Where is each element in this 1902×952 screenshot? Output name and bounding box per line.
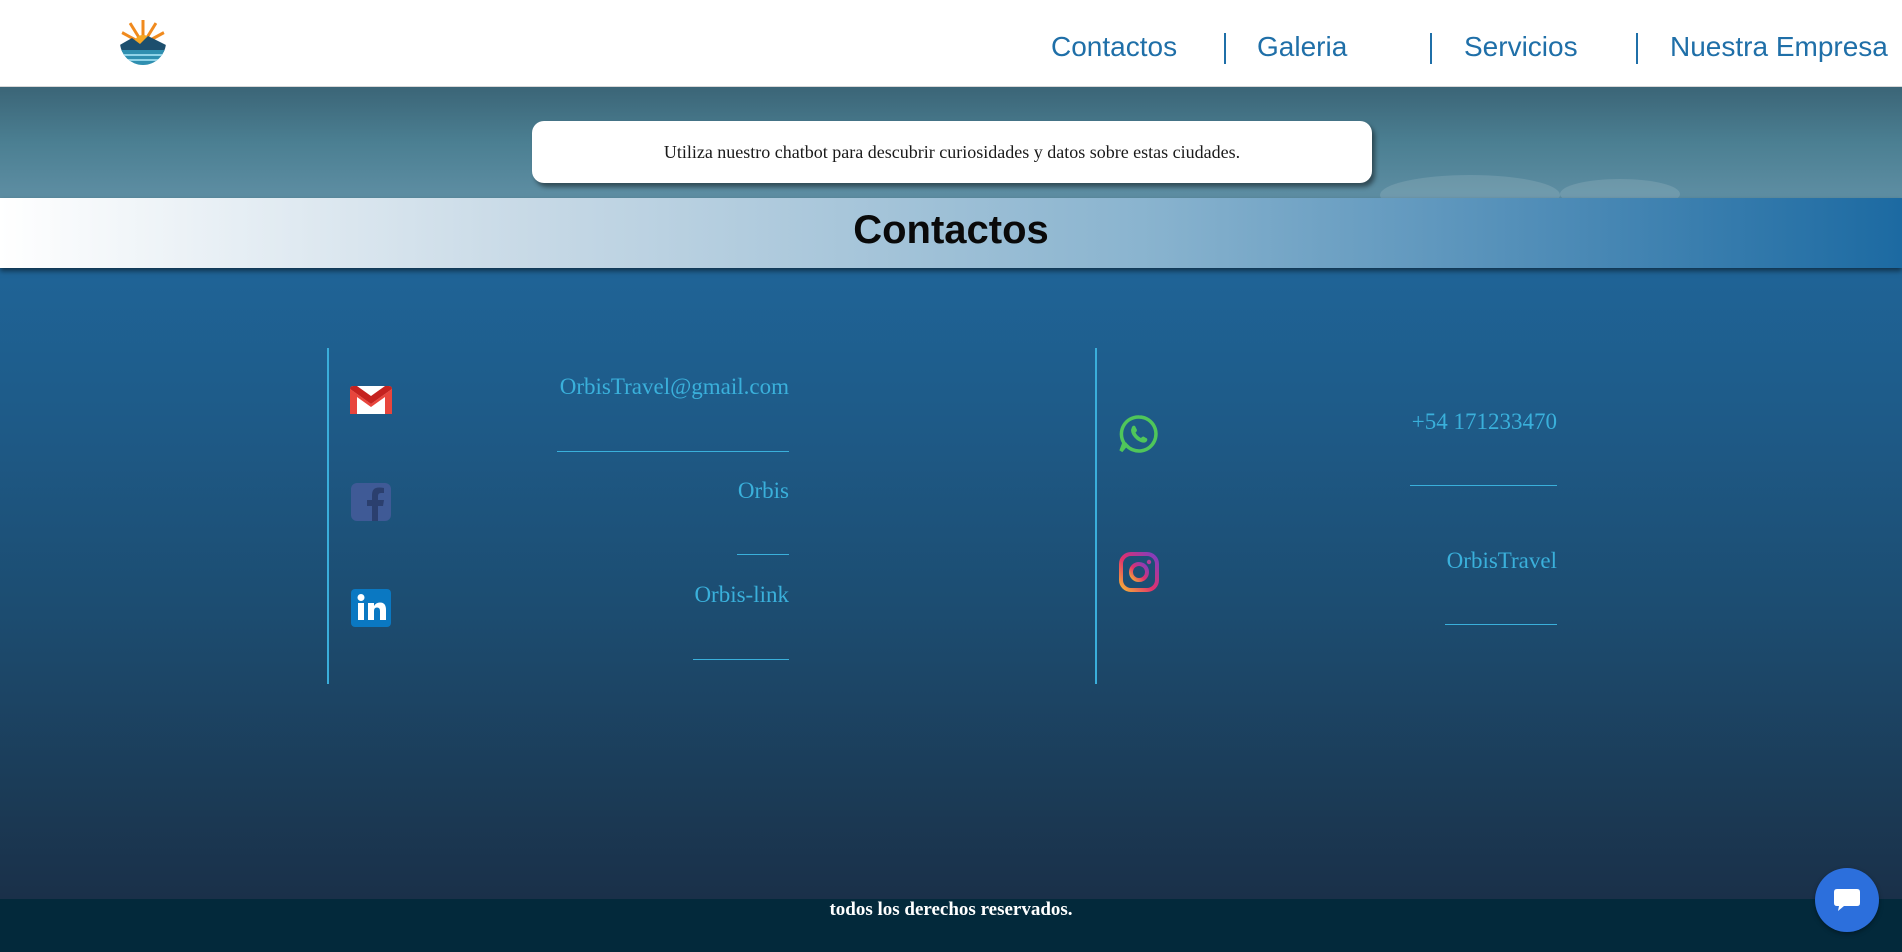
cloud-decoration bbox=[1560, 179, 1680, 198]
chatbot-info-text: Utiliza nuestro chatbot para descubrir c… bbox=[663, 141, 1241, 162]
site-header: Contactos Galeria Servicios Nuestra Empr… bbox=[0, 0, 1902, 87]
whatsapp-icon[interactable] bbox=[1117, 414, 1161, 454]
email-link[interactable]: OrbisTravel@gmail.com bbox=[560, 374, 789, 400]
facebook-link[interactable]: Orbis bbox=[738, 478, 789, 504]
chat-bubble-icon bbox=[1834, 889, 1860, 911]
whatsapp-underline bbox=[1410, 485, 1557, 486]
nav-contactos[interactable]: Contactos bbox=[1051, 31, 1177, 63]
right-column-divider bbox=[1095, 348, 1097, 684]
nav-nuestra-empresa[interactable]: Nuestra Empresa bbox=[1670, 31, 1888, 63]
contacts-section: OrbisTravel@gmail.com Orbis Orbis-link +… bbox=[0, 268, 1902, 899]
email-underline bbox=[557, 451, 789, 452]
hero-banner: Utiliza nuestro chatbot para descubrir c… bbox=[0, 87, 1902, 198]
chatbot-button[interactable] bbox=[1815, 868, 1879, 932]
nav-galeria[interactable]: Galeria bbox=[1257, 31, 1347, 63]
facebook-underline bbox=[737, 554, 789, 555]
linkedin-underline bbox=[693, 659, 789, 660]
nav-separator bbox=[1430, 33, 1432, 64]
section-title-band: Contactos bbox=[0, 198, 1902, 268]
copyright-text: todos los derechos reservados. bbox=[829, 899, 1073, 920]
linkedin-icon[interactable] bbox=[349, 588, 393, 628]
nav-separator bbox=[1636, 33, 1638, 64]
section-title: Contactos bbox=[853, 207, 1049, 252]
main-nav: Contactos Galeria Servicios Nuestra Empr… bbox=[0, 0, 1902, 87]
left-column-divider bbox=[327, 348, 329, 684]
gmail-icon[interactable] bbox=[349, 380, 393, 420]
instagram-underline bbox=[1445, 624, 1557, 625]
site-footer: todos los derechos reservados. bbox=[0, 899, 1902, 952]
instagram-icon[interactable] bbox=[1117, 552, 1161, 592]
whatsapp-number[interactable]: +54 171233470 bbox=[1412, 409, 1557, 435]
nav-servicios[interactable]: Servicios bbox=[1464, 31, 1578, 63]
facebook-icon[interactable] bbox=[349, 482, 393, 522]
cloud-decoration bbox=[1380, 175, 1560, 198]
chatbot-info-box: Utiliza nuestro chatbot para descubrir c… bbox=[532, 121, 1372, 183]
instagram-link[interactable]: OrbisTravel bbox=[1447, 548, 1557, 574]
nav-separator bbox=[1224, 33, 1226, 64]
linkedin-link[interactable]: Orbis-link bbox=[694, 582, 789, 608]
